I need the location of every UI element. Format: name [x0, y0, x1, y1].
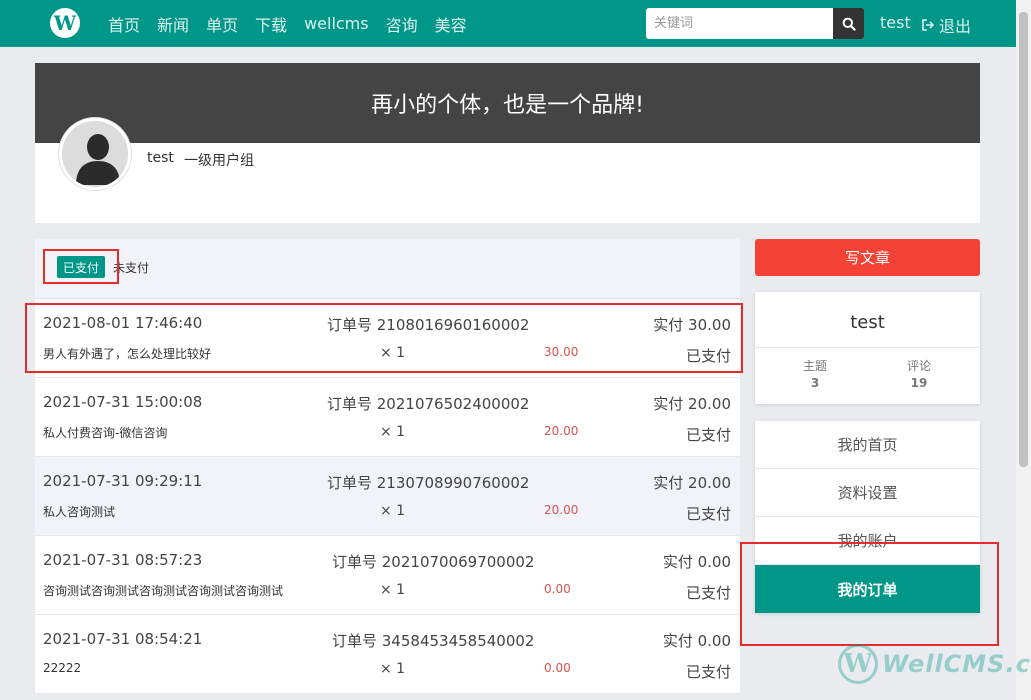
profile-card [35, 143, 980, 223]
top-navbar: W 首页 新闻 单页 下载 wellcms 咨询 美容 test 退出 [0, 0, 1016, 47]
order-status: 已支付 [685, 663, 731, 681]
highlight-box-menu [740, 542, 999, 646]
search-icon [842, 17, 856, 31]
nav-user-link[interactable]: test [880, 13, 911, 32]
banner-slogan: 再小的个体，也是一个品牌! [371, 93, 644, 118]
page-scrollbar[interactable] [1016, 0, 1031, 700]
order-price: 0.00 [544, 661, 571, 675]
order-paid-amount: 实付 0.00 [662, 553, 731, 571]
write-article-button[interactable]: 写文章 [755, 239, 980, 276]
order-paid-amount: 实付 0.00 [662, 632, 731, 650]
search-input[interactable] [646, 8, 833, 39]
order-paid-amount: 实付 20.00 [653, 474, 731, 492]
nav-link-download[interactable]: 下载 [255, 12, 287, 36]
nav-link-wellcms[interactable]: wellcms [304, 14, 369, 33]
menu-item-my-home[interactable]: 我的首页 [755, 421, 980, 469]
profile-username: test [147, 150, 174, 166]
nav-link-news[interactable]: 新闻 [157, 12, 189, 36]
topics-stat[interactable]: 主题 3 [775, 357, 855, 390]
comments-label: 评论 [906, 359, 931, 373]
nav-link-consult[interactable]: 咨询 [386, 12, 418, 36]
order-title[interactable]: 私人付费咨询-微信咨询 [43, 424, 167, 441]
order-price: 20.00 [544, 424, 579, 438]
site-logo[interactable]: W [50, 8, 80, 38]
order-number: 订单号 2021076502400002 [327, 395, 530, 413]
order-quantity: × 1 [380, 661, 406, 677]
search-button[interactable] [833, 8, 864, 39]
order-quantity: × 1 [380, 424, 406, 440]
watermark: W WellCMS.cn [838, 644, 1031, 684]
divider [755, 347, 980, 348]
nav-links: 首页 新闻 单页 下载 wellcms 咨询 美容 [108, 0, 484, 47]
profile-usergroup: 一级用户组 [184, 153, 254, 169]
nav-link-beauty[interactable]: 美容 [435, 12, 467, 36]
search-box [646, 8, 864, 39]
order-tabs: 已支付 未支付 [35, 239, 740, 299]
watermark-logo: W [838, 644, 878, 684]
order-title[interactable]: 22222 [43, 661, 81, 675]
highlight-box-order-row [25, 303, 743, 373]
order-time: 2021-07-31 15:00:08 [43, 393, 203, 411]
topics-count: 3 [810, 376, 820, 390]
order-time: 2021-07-31 08:57:23 [43, 551, 203, 569]
order-time: 2021-07-31 08:54:21 [43, 630, 203, 648]
order-number: 订单号 3458453458540002 [332, 632, 535, 650]
order-status: 已支付 [685, 505, 731, 523]
nav-link-page[interactable]: 单页 [206, 12, 238, 36]
comments-count: 19 [910, 376, 928, 390]
sidebar-username[interactable]: test [755, 312, 980, 333]
order-quantity: × 1 [380, 503, 406, 519]
comments-stat[interactable]: 评论 19 [879, 357, 959, 390]
table-row[interactable]: 2021-07-31 08:54:21 订单号 3458453458540002… [35, 615, 740, 694]
order-quantity: × 1 [380, 582, 406, 598]
order-time: 2021-07-31 09:29:11 [43, 472, 203, 490]
order-number: 订单号 2021070069700002 [332, 553, 535, 571]
logout-link[interactable]: 退出 [921, 13, 971, 37]
logout-label: 退出 [939, 17, 972, 36]
table-row[interactable]: 2021-07-31 08:57:23 订单号 2021070069700002… [35, 536, 740, 615]
order-title[interactable]: 咨询测试咨询测试咨询测试咨询测试咨询测试 [43, 582, 283, 599]
highlight-box-tab [43, 249, 119, 284]
watermark-text: WellCMS.cn [882, 650, 1031, 678]
topics-label: 主题 [802, 359, 827, 373]
order-status: 已支付 [685, 584, 731, 602]
order-price: 0.00 [544, 582, 571, 596]
logout-icon [922, 19, 935, 31]
order-paid-amount: 实付 20.00 [653, 395, 731, 413]
order-number: 订单号 2130708990760002 [327, 474, 530, 492]
avatar[interactable] [59, 118, 131, 190]
menu-item-profile-settings[interactable]: 资料设置 [755, 469, 980, 517]
profile-banner: 再小的个体，也是一个品牌! [35, 63, 980, 143]
user-stats-card: test 主题 3 评论 19 [755, 292, 980, 404]
table-row[interactable]: 2021-07-31 09:29:11 订单号 2130708990760002… [35, 457, 740, 536]
table-row[interactable]: 2021-07-31 15:00:08 订单号 2021076502400002… [35, 378, 740, 457]
order-status: 已支付 [685, 426, 731, 444]
scrollbar-thumb[interactable] [1019, 12, 1028, 467]
order-price: 20.00 [544, 503, 579, 517]
nav-link-home[interactable]: 首页 [108, 12, 140, 36]
order-title[interactable]: 私人咨询测试 [43, 503, 115, 520]
